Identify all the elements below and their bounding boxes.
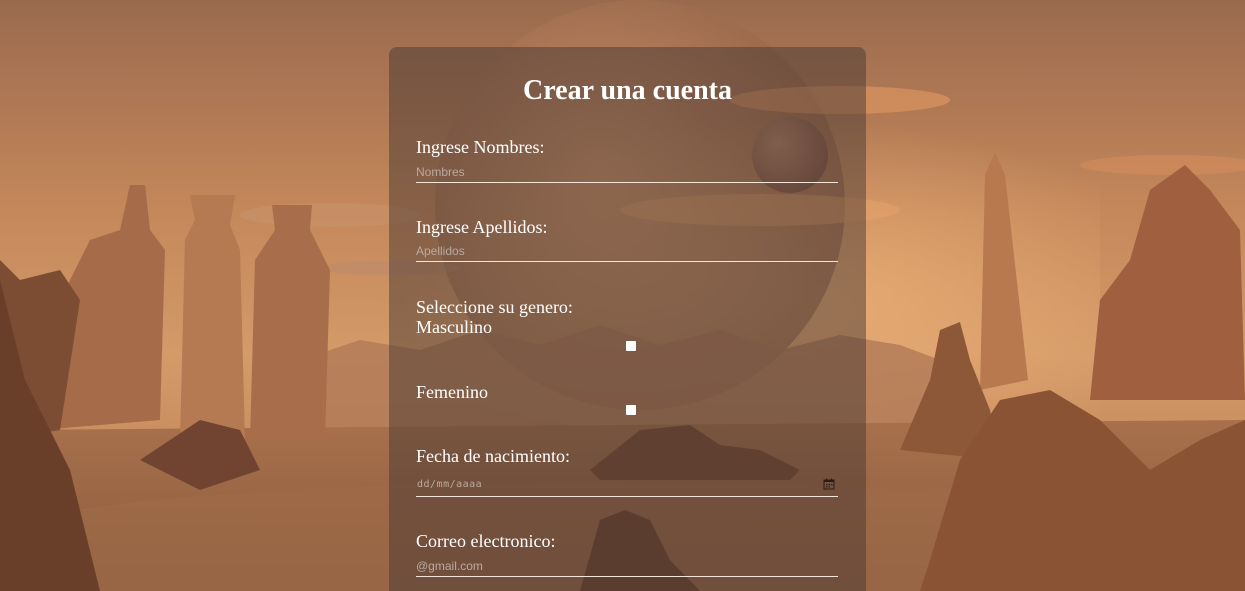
nombres-input[interactable] bbox=[416, 162, 838, 183]
correo-input[interactable] bbox=[416, 556, 838, 577]
genero-label: Seleccione su genero: bbox=[416, 297, 573, 317]
fecha-label: Fecha de nacimiento: bbox=[416, 446, 570, 466]
nombres-label: Ingrese Nombres: bbox=[416, 137, 545, 157]
masculino-checkbox[interactable] bbox=[626, 341, 636, 351]
femenino-checkbox[interactable] bbox=[626, 405, 636, 415]
register-form-panel: Crear una cuenta Ingrese Nombres: Ingres… bbox=[389, 47, 866, 591]
apellidos-input[interactable] bbox=[416, 241, 838, 262]
calendar-icon[interactable] bbox=[823, 478, 835, 490]
form-title: Crear una cuenta bbox=[523, 75, 732, 106]
fecha-placeholder: dd/mm/aaaa bbox=[417, 479, 483, 490]
femenino-label: Femenino bbox=[416, 382, 488, 402]
correo-label: Correo electronico: bbox=[416, 531, 556, 551]
masculino-label: Masculino bbox=[416, 317, 492, 337]
apellidos-label: Ingrese Apellidos: bbox=[416, 217, 548, 237]
fecha-input[interactable]: dd/mm/aaaa bbox=[416, 476, 838, 497]
